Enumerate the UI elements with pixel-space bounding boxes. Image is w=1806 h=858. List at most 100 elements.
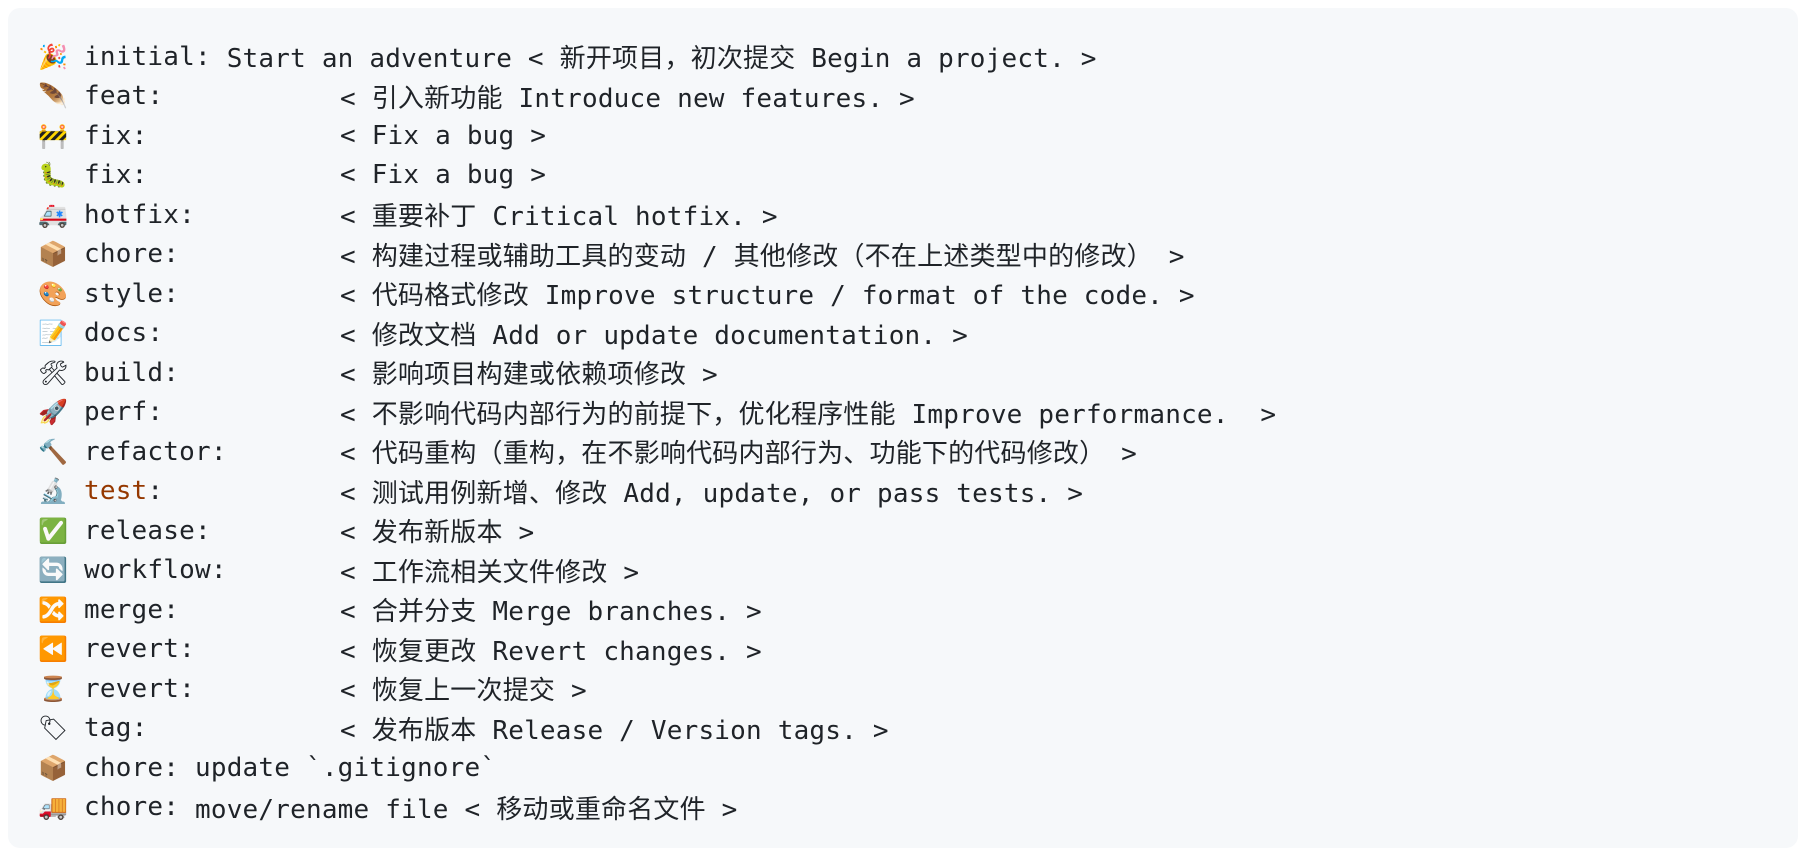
commit-description: < 构建过程或辅助工具的变动 / 其他修改（不在上述类型中的修改） >	[340, 241, 1185, 272]
commit-description: move/rename file < 移动或重命名文件 >	[195, 794, 738, 825]
commit-type-label: revert:	[84, 634, 340, 664]
commit-type-label: chore:	[84, 239, 340, 269]
commit-description: < 重要补丁 Critical hotfix. >	[340, 202, 778, 233]
type-colon: :	[147, 476, 164, 507]
code-line: ⏪ revert: < 恢复更改 Revert changes. >	[38, 630, 1798, 670]
code-line: 🐛 fix: < Fix a bug >	[38, 156, 1798, 196]
commit-type-label: refactor:	[84, 437, 340, 467]
commit-description: Start an adventure < 新开项目，初次提交 Begin a p…	[226, 44, 1097, 75]
commit-type: fix	[84, 120, 132, 151]
commit-type-label: feat:	[84, 81, 340, 111]
commit-description: < 代码重构（重构，在不影响代码内部行为、功能下的代码修改） >	[340, 439, 1138, 470]
memo-icon: 📝	[38, 319, 69, 348]
commit-type-label: fix:	[84, 121, 340, 151]
commit-description: < 合并分支 Merge branches. >	[340, 597, 762, 628]
code-line: 🚑 hotfix: < 重要补丁 Critical hotfix. >	[38, 195, 1798, 235]
commit-type-label: test:	[84, 476, 340, 506]
package-icon: 📦	[38, 240, 69, 269]
commit-type: chore	[84, 792, 164, 823]
code-line: 🪶 feat: < 引入新功能 Introduce new features. >	[38, 77, 1798, 117]
commit-type-label: perf:	[84, 397, 340, 427]
commit-type: test	[84, 476, 148, 507]
type-colon: :	[131, 120, 148, 151]
commit-type-label: revert:	[84, 674, 340, 704]
commit-description: < 恢复上一次提交 >	[340, 676, 587, 707]
commit-type: merge	[84, 594, 164, 625]
party-popper-icon: 🎉	[38, 42, 69, 71]
rocket-icon: 🚀	[38, 398, 69, 427]
commit-type-label: chore:	[84, 792, 195, 822]
code-line: 🔨 refactor: < 代码重构（重构，在不影响代码内部行为、功能下的代码修改）…	[38, 432, 1798, 472]
type-colon: :	[131, 713, 148, 744]
shuffle-icon: 🔀	[38, 595, 69, 624]
commit-type: chore	[84, 239, 164, 270]
commit-type-label: initial:	[84, 42, 227, 72]
feather-icon: 🪶	[38, 82, 69, 111]
commit-description: < 发布版本 Release / Version tags. >	[340, 715, 889, 746]
commit-description: < 代码格式修改 Improve structure / format of t…	[340, 281, 1195, 312]
code-line: ✅ release: < 发布新版本 >	[38, 511, 1798, 551]
commit-description: < 恢复更改 Revert changes. >	[340, 636, 762, 667]
hourglass-icon: ⏳	[38, 674, 69, 703]
commit-type: revert	[84, 673, 180, 704]
microscope-icon: 🔬	[38, 477, 69, 506]
code-line: 🎨 style: < 代码格式修改 Improve structure / form…	[38, 274, 1798, 314]
check-mark-icon: ✅	[38, 516, 69, 545]
type-colon: :	[163, 594, 180, 625]
code-line: 🚧 fix: < Fix a bug >	[38, 116, 1798, 156]
type-colon: :	[179, 199, 195, 230]
commit-description: < 影响项目构建或依赖项修改 >	[340, 360, 718, 391]
commit-type-label: fix:	[84, 160, 340, 190]
commit-type-label: hotfix:	[84, 200, 340, 230]
tools-icon: 🛠	[38, 358, 69, 387]
label-tag-icon: 🏷	[38, 714, 69, 743]
truck-icon: 🚚	[38, 793, 69, 822]
commit-type: release	[84, 515, 195, 546]
commit-description: < 修改文档 Add or update documentation. >	[340, 320, 968, 351]
type-colon: :	[163, 278, 180, 309]
commit-type-label: docs:	[84, 318, 340, 348]
package-icon: 📦	[38, 753, 69, 782]
code-line: 🔄 workflow: < 工作流相关文件修改 >	[38, 551, 1798, 591]
commit-type: hotfix	[84, 199, 180, 230]
commit-type-label: merge:	[84, 595, 340, 625]
commit-type: feat	[84, 81, 148, 112]
type-colon: :	[163, 357, 180, 388]
type-colon: :	[147, 397, 164, 428]
ambulance-icon: 🚑	[38, 200, 69, 229]
type-colon: :	[131, 160, 148, 191]
commit-type: revert	[84, 634, 180, 665]
code-line: 📦 chore: update `.gitignore`	[38, 748, 1798, 788]
commit-description: < Fix a bug >	[340, 120, 547, 151]
commit-type: perf	[84, 397, 148, 428]
commit-type-label: tag:	[84, 713, 340, 743]
commit-description: < 不影响代码内部行为的前提下，优化程序性能 Improve performan…	[340, 399, 1277, 430]
code-line: 🚀 perf: < 不影响代码内部行为的前提下，优化程序性能 Improve per…	[38, 393, 1798, 433]
type-colon: :	[194, 41, 227, 72]
type-colon: :	[163, 792, 195, 823]
code-line: 🛠 build: < 影响项目构建或依赖项修改 >	[38, 353, 1798, 393]
commit-type-label: build:	[84, 358, 340, 388]
hammer-icon: 🔨	[38, 437, 69, 466]
commit-description: < 测试用例新增、修改 Add, update, or pass tests. …	[340, 478, 1084, 509]
commit-type: build	[84, 357, 164, 388]
rewind-icon: ⏪	[38, 635, 69, 664]
code-block: 🎉 initial: Start an adventure < 新开项目，初次提交…	[8, 8, 1798, 848]
commit-type: tag	[84, 713, 132, 744]
commit-type: workflow	[84, 555, 211, 586]
commit-description: < Fix a bug >	[340, 160, 547, 191]
commit-description: < 引入新功能 Introduce new features. >	[340, 83, 915, 114]
commit-type: docs	[84, 318, 148, 349]
code-line: 🔀 merge: < 合并分支 Merge branches. >	[38, 590, 1798, 630]
construction-icon: 🚧	[38, 121, 69, 150]
commit-type-label: chore:	[84, 753, 195, 783]
type-colon: :	[194, 515, 211, 546]
commit-type-label: release:	[84, 516, 340, 546]
bug-icon: 🐛	[38, 161, 69, 190]
type-colon: :	[163, 752, 195, 783]
commit-description: < 工作流相关文件修改 >	[340, 557, 640, 588]
code-line: 🏷 tag: < 发布版本 Release / Version tags. >	[38, 709, 1798, 749]
commit-type: refactor	[84, 436, 211, 467]
type-colon: :	[179, 673, 195, 704]
cycle-arrows-icon: 🔄	[38, 556, 69, 585]
